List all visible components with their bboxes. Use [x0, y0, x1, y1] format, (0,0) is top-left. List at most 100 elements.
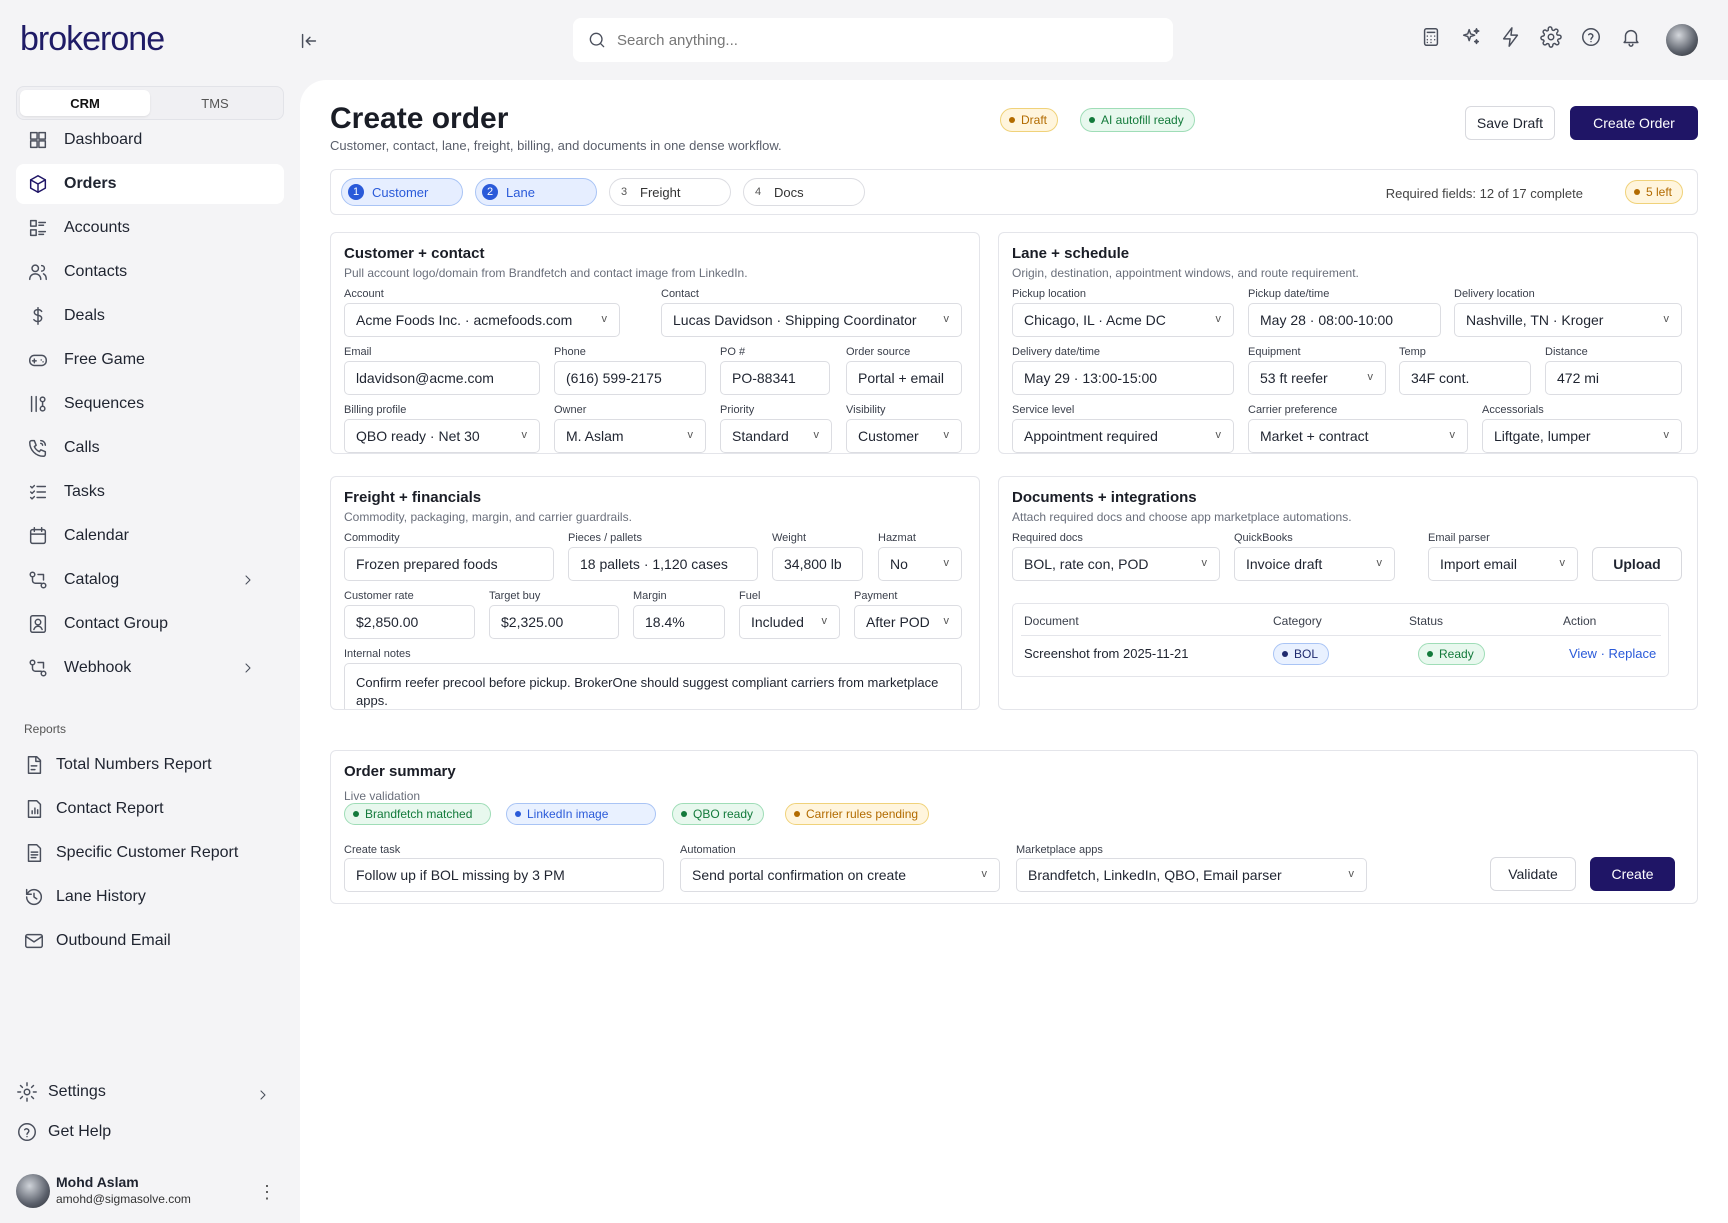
- column-header: Action: [1563, 614, 1597, 628]
- report-contact[interactable]: Contact Report: [22, 789, 284, 829]
- delivery-datetime-field[interactable]: May 29 · 13:00-15:00: [1012, 361, 1234, 395]
- sidebar-item-label: Calendar: [64, 527, 129, 544]
- pieces-pallets-field[interactable]: 18 pallets · 1,120 cases: [568, 547, 758, 581]
- report-lane-history[interactable]: Lane History: [22, 877, 284, 917]
- marketplace-apps-select[interactable]: Brandfetch, LinkedIn, QBO, Email parser v: [1016, 858, 1367, 892]
- avatar[interactable]: [1666, 24, 1698, 56]
- contact-select[interactable]: Lucas Davidson · Shipping Coordinator v: [661, 303, 962, 337]
- save-draft-button[interactable]: Save Draft: [1465, 106, 1555, 140]
- sidebar-get-help[interactable]: Get Help: [16, 1114, 284, 1150]
- field-label: Email parser: [1428, 532, 1490, 544]
- sidebar-item-contact-group[interactable]: Contact Group: [16, 604, 284, 644]
- required-docs-select[interactable]: BOL, rate con, POD v: [1012, 547, 1220, 581]
- validate-button[interactable]: Validate: [1490, 857, 1576, 891]
- sidebar-item-orders[interactable]: Orders: [16, 164, 284, 204]
- step-docs[interactable]: 4 Docs: [743, 178, 865, 206]
- sidebar-item-sequences[interactable]: Sequences: [16, 384, 284, 424]
- report-specific-customer[interactable]: Specific Customer Report: [22, 833, 284, 873]
- view-link[interactable]: View: [1569, 646, 1597, 661]
- fuel-select[interactable]: Included v: [739, 605, 840, 639]
- order-source-select[interactable]: Portal + email: [846, 361, 962, 395]
- freight-financials-card: Freight + financials Commodity, packagin…: [330, 476, 980, 710]
- tasks-icon: [26, 480, 50, 504]
- create-button[interactable]: Create: [1590, 857, 1675, 891]
- customer-rate-field[interactable]: $2,850.00: [344, 605, 475, 639]
- remaining-fields-badge: 5 left: [1624, 180, 1683, 204]
- replace-link[interactable]: Replace: [1609, 646, 1657, 661]
- field-label: Automation: [680, 844, 736, 856]
- field-label: Visibility: [846, 404, 886, 416]
- global-search[interactable]: [573, 18, 1173, 62]
- help-icon[interactable]: [1580, 26, 1602, 48]
- email-parser-select[interactable]: Import email v: [1428, 547, 1578, 581]
- pickup-location-select[interactable]: Chicago, IL · Acme DC v: [1012, 303, 1234, 337]
- step-customer[interactable]: 1 Customer: [341, 178, 463, 206]
- top-actions: [1420, 26, 1642, 48]
- collapse-sidebar-icon[interactable]: [296, 28, 322, 54]
- automation-select[interactable]: Send portal confirmation on create v: [680, 858, 1000, 892]
- delivery-location-select[interactable]: Nashville, TN · Kroger v: [1454, 303, 1682, 337]
- payment-select[interactable]: After POD v: [854, 605, 962, 639]
- quickbooks-select[interactable]: Invoice draft v: [1234, 547, 1395, 581]
- email-field[interactable]: ldavidson@acme.com: [344, 361, 540, 395]
- search-input[interactable]: [617, 31, 1157, 49]
- internal-notes-textarea[interactable]: Confirm reefer precool before pickup. Br…: [344, 663, 962, 709]
- upload-button[interactable]: Upload: [1592, 547, 1682, 581]
- sidebar-item-free-game[interactable]: Free Game: [16, 340, 284, 380]
- account-select[interactable]: Acme Foods Inc. · acmefoods.com v: [344, 303, 620, 337]
- sidebar-settings[interactable]: Settings: [16, 1074, 284, 1110]
- sidebar-item-accounts[interactable]: Accounts: [16, 208, 284, 248]
- lightning-icon[interactable]: [1500, 26, 1522, 48]
- temp-field[interactable]: 34F cont.: [1399, 361, 1531, 395]
- gear-icon[interactable]: [1540, 26, 1562, 48]
- margin-field[interactable]: 18.4%: [633, 605, 725, 639]
- phone-field[interactable]: (616) 599-2175: [554, 361, 706, 395]
- bell-icon[interactable]: [1620, 26, 1642, 48]
- priority-select[interactable]: Standard v: [720, 419, 832, 453]
- chevron-right-icon[interactable]: [252, 1084, 274, 1106]
- report-outbound-email[interactable]: Outbound Email: [22, 921, 284, 961]
- commodity-field[interactable]: Frozen prepared foods: [344, 547, 554, 581]
- create-order-button[interactable]: Create Order: [1570, 106, 1698, 140]
- tab-crm[interactable]: CRM: [20, 90, 150, 116]
- create-task-field[interactable]: Follow up if BOL missing by 3 PM: [344, 858, 664, 892]
- target-buy-field[interactable]: $2,325.00: [489, 605, 619, 639]
- calculator-icon[interactable]: [1420, 26, 1442, 48]
- step-freight[interactable]: 3 Freight: [609, 178, 731, 206]
- accessorials-select[interactable]: Liftgate, lumper v: [1482, 419, 1682, 453]
- field-label: Target buy: [489, 590, 541, 602]
- brand-logo[interactable]: brokerone: [20, 20, 165, 59]
- tab-tms[interactable]: TMS: [150, 90, 280, 116]
- chevron-down-icon: v: [1376, 557, 1383, 569]
- sidebar-item-catalog[interactable]: Catalog: [16, 560, 284, 600]
- distance-field[interactable]: 472 mi: [1545, 361, 1682, 395]
- sidebar-item-webhook[interactable]: Webhook: [16, 648, 284, 688]
- chevron-right-icon[interactable]: [240, 660, 256, 676]
- user-profile[interactable]: Mohd Aslam amohd@sigmasolve.com ⋮: [16, 1170, 284, 1214]
- tag-qbo-ready: QBO ready: [672, 803, 765, 825]
- weight-field[interactable]: 34,800 lb: [772, 547, 863, 581]
- service-level-select[interactable]: Appointment required v: [1012, 419, 1234, 453]
- sidebar-item-tasks[interactable]: Tasks: [16, 472, 284, 512]
- sidebar-item-deals[interactable]: Deals: [16, 296, 284, 336]
- sparkles-icon[interactable]: [1460, 26, 1482, 48]
- sidebar-item-dashboard[interactable]: Dashboard: [16, 120, 284, 160]
- sidebar-item-calls[interactable]: Calls: [16, 428, 284, 468]
- hazmat-select[interactable]: No v: [878, 547, 962, 581]
- chevron-right-icon[interactable]: [240, 572, 256, 588]
- field-label: Pieces / pallets: [568, 532, 642, 544]
- report-total-numbers[interactable]: Total Numbers Report: [22, 745, 284, 785]
- pickup-datetime-field[interactable]: May 28 · 08:00-10:00: [1248, 303, 1441, 337]
- billing-profile-select[interactable]: QBO ready · Net 30 v: [344, 419, 540, 453]
- more-vertical-icon[interactable]: ⋮: [258, 1182, 276, 1203]
- sidebar-item-contacts[interactable]: Contacts: [16, 252, 284, 292]
- step-lane[interactable]: 2 Lane: [475, 178, 597, 206]
- carrier-preference-select[interactable]: Market + contract v: [1248, 419, 1468, 453]
- card-title: Order summary: [344, 763, 456, 780]
- po-number-field[interactable]: PO-88341: [720, 361, 830, 395]
- sidebar-item-label: Free Game: [64, 351, 145, 368]
- visibility-select[interactable]: Customer v: [846, 419, 962, 453]
- sidebar-item-calendar[interactable]: Calendar: [16, 516, 284, 556]
- equipment-select[interactable]: 53 ft reefer v: [1248, 361, 1386, 395]
- owner-select[interactable]: M. Aslam v: [554, 419, 706, 453]
